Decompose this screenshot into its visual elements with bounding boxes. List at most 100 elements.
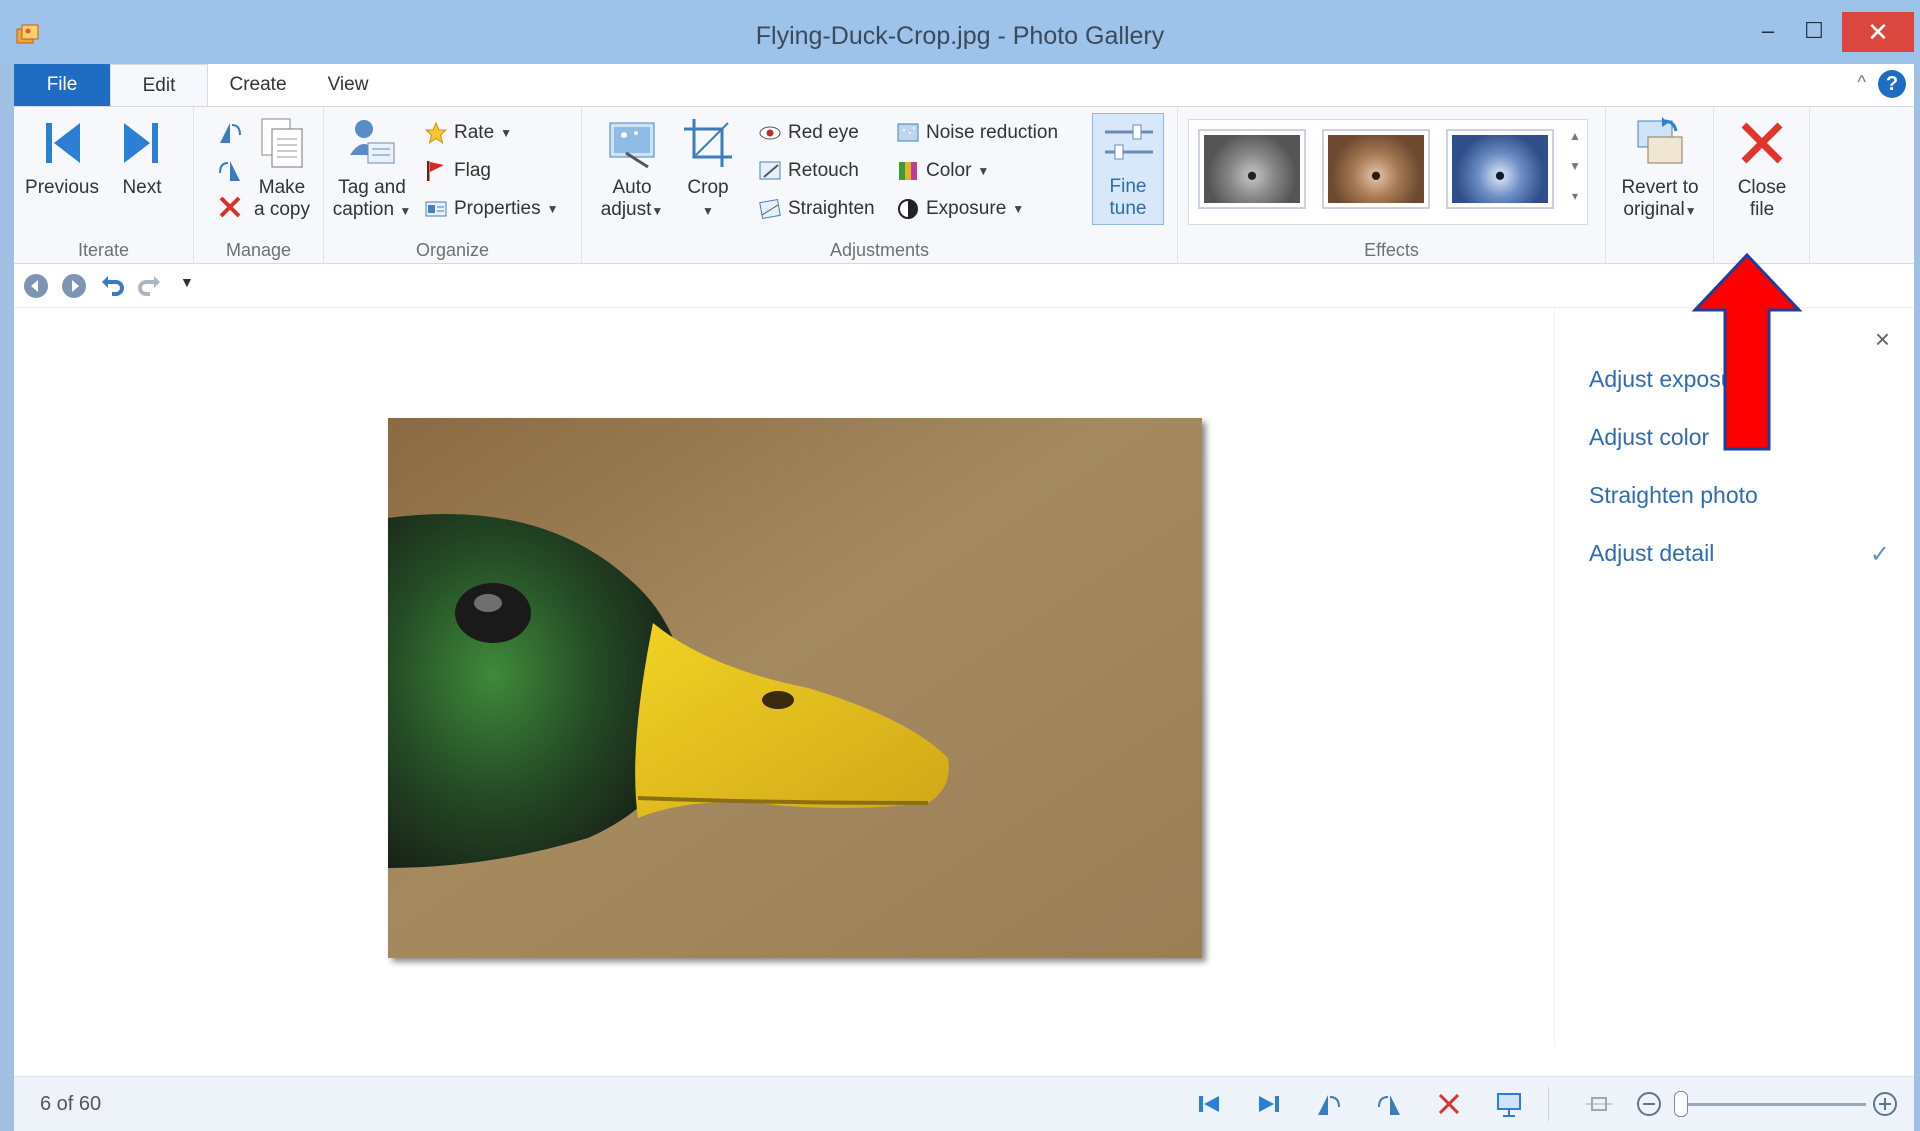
- effect-sepia-thumbnail[interactable]: [1322, 129, 1430, 209]
- group-organize: Tag and caption ▼ Rate ▼ Flag Properties ▼…: [324, 107, 582, 265]
- effect-cyan-thumbnail[interactable]: [1446, 129, 1554, 209]
- rate-button[interactable]: Rate ▼: [424, 117, 512, 149]
- tag-and-caption-button[interactable]: Tag and caption ▼: [330, 115, 414, 222]
- rotate-right-icon[interactable]: [216, 157, 244, 183]
- tab-file[interactable]: File: [14, 64, 110, 106]
- crop-icon: [684, 119, 732, 167]
- copy-document-icon: [261, 118, 303, 168]
- minimize-button[interactable]: –: [1745, 12, 1791, 50]
- rate-label: Rate: [454, 122, 495, 143]
- revert-label-1: Revert to: [1621, 177, 1699, 198]
- retouch-label: Retouch: [788, 160, 859, 181]
- zoom-out-icon[interactable]: [1634, 1089, 1664, 1119]
- zoom-slider-track[interactable]: [1680, 1103, 1866, 1106]
- ribbon: Previous Next Iterate Make a copy Manage…: [14, 106, 1914, 265]
- straighten-label: Straighten: [788, 198, 875, 219]
- slideshow-icon[interactable]: [1494, 1089, 1524, 1119]
- group-revert: Revert to original▼: [1606, 107, 1714, 265]
- properties-button[interactable]: Properties ▼: [424, 193, 559, 225]
- retouch-button[interactable]: Retouch: [758, 155, 859, 187]
- fine-tune-label-2: tune: [1109, 198, 1147, 219]
- undo-icon[interactable]: [98, 272, 126, 300]
- effects-scroll-controls[interactable]: ▲ ▼ ▾: [1566, 121, 1584, 221]
- exposure-button[interactable]: Exposure ▼: [896, 193, 1024, 225]
- delete-icon[interactable]: [216, 193, 244, 221]
- group-adjustments: Auto adjust▼ Crop ▼ Red eye Retouch Stra…: [582, 107, 1178, 265]
- close-file-label-2: file: [1749, 199, 1775, 220]
- window-title: Flying-Duck-Crop.jpg - Photo Gallery: [755, 22, 1165, 50]
- app-window: Flying-Duck-Crop.jpg - Photo Gallery – ☐…: [0, 0, 1920, 1131]
- next-icon: [124, 123, 158, 163]
- noise-reduction-label: Noise reduction: [926, 122, 1059, 143]
- effects-group-label: Effects: [1364, 240, 1419, 260]
- noise-reduction-button[interactable]: Noise reduction: [896, 117, 1058, 149]
- title-bar: Flying-Duck-Crop.jpg - Photo Gallery – ☐…: [0, 0, 1920, 64]
- tab-view[interactable]: View: [308, 64, 388, 106]
- ribbon-tabs: File Edit Create View ^ ?: [14, 64, 1914, 106]
- status-rotate-left-icon[interactable]: [1314, 1089, 1344, 1119]
- auto-adjust-button[interactable]: Auto adjust▼: [594, 115, 670, 222]
- quick-access-toolbar: ▼: [14, 264, 1914, 308]
- previous-icon: [46, 123, 80, 163]
- properties-icon: [425, 201, 447, 217]
- revert-label-2: original: [1623, 199, 1685, 220]
- make-copy-label-2: a copy: [254, 199, 310, 220]
- close-file-button[interactable]: Close file: [1722, 115, 1802, 221]
- revert-icon: [1637, 117, 1683, 164]
- noise-reduction-icon: [897, 123, 919, 142]
- previous-label: Previous: [25, 177, 99, 198]
- straighten-icon: [759, 198, 781, 220]
- customize-toolbar-dropdown[interactable]: ▼: [180, 274, 194, 290]
- collapse-ribbon-icon[interactable]: ^: [1858, 72, 1866, 93]
- tab-edit[interactable]: Edit: [110, 64, 208, 106]
- exposure-label: Exposure: [926, 198, 1007, 219]
- red-eye-button[interactable]: Red eye: [758, 117, 859, 149]
- tab-create[interactable]: Create: [208, 64, 308, 106]
- manage-group-label: Manage: [225, 240, 292, 260]
- status-next-icon[interactable]: [1254, 1089, 1284, 1119]
- effect-black-white-thumbnail[interactable]: [1198, 129, 1306, 209]
- forward-icon[interactable]: [60, 272, 88, 300]
- status-divider: [1548, 1087, 1549, 1121]
- tag-label-2: caption: [332, 199, 395, 220]
- straighten-button[interactable]: Straighten: [758, 193, 875, 225]
- close-window-button[interactable]: ✕: [1842, 12, 1914, 52]
- fine-tune-button[interactable]: Fine tune: [1092, 113, 1164, 225]
- status-previous-icon[interactable]: [1194, 1089, 1224, 1119]
- rotate-left-icon[interactable]: [216, 119, 244, 145]
- straighten-photo-item[interactable]: Straighten photo: [1589, 482, 1758, 509]
- make-copy-label-1: Make: [258, 177, 306, 198]
- red-eye-label: Red eye: [788, 122, 859, 143]
- auto-adjust-icon: [609, 122, 655, 169]
- flag-button[interactable]: Flag: [424, 155, 491, 187]
- revert-to-original-button[interactable]: Revert to original▼: [1612, 115, 1708, 222]
- fine-tune-label-1: Fine: [1109, 176, 1147, 197]
- red-arrow-annotation: [1692, 252, 1802, 451]
- color-label: Color: [926, 160, 972, 181]
- maximize-button[interactable]: ☐: [1791, 12, 1837, 50]
- status-delete-icon[interactable]: [1434, 1089, 1464, 1119]
- sliders-icon: [1105, 124, 1153, 160]
- previous-button[interactable]: Previous: [22, 115, 102, 199]
- adjustments-group-label: Adjustments: [829, 240, 930, 260]
- make-copy-button[interactable]: Make a copy: [244, 115, 320, 221]
- zoom-slider-thumb[interactable]: [1674, 1091, 1688, 1117]
- color-button[interactable]: Color ▼: [896, 155, 989, 187]
- zoom-in-icon[interactable]: [1870, 1089, 1900, 1119]
- adjust-detail-item[interactable]: Adjust detail: [1589, 540, 1714, 567]
- status-bar: 6 of 60: [14, 1076, 1914, 1131]
- photo-count: 6 of 60: [40, 1093, 102, 1115]
- actual-size-icon[interactable]: [1584, 1089, 1614, 1119]
- back-icon[interactable]: [22, 272, 50, 300]
- red-eye-icon: [759, 126, 781, 140]
- crop-button[interactable]: Crop ▼: [676, 115, 740, 222]
- checkmark-icon: ✓: [1869, 541, 1890, 568]
- tag-label-1: Tag and: [338, 177, 406, 198]
- status-rotate-right-icon[interactable]: [1374, 1089, 1404, 1119]
- next-button[interactable]: Next: [106, 115, 178, 199]
- close-file-label-1: Close: [1737, 177, 1787, 198]
- crop-label: Crop: [687, 177, 729, 198]
- help-icon[interactable]: ?: [1878, 70, 1906, 98]
- panel-close-button[interactable]: ×: [1875, 324, 1890, 355]
- redo-icon[interactable]: [136, 272, 164, 300]
